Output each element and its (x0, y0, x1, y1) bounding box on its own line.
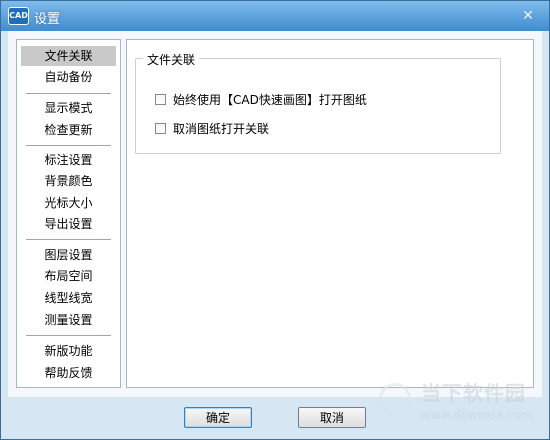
title-bar[interactable]: CAD 设置 ✕ (1, 1, 549, 31)
cancel-button[interactable]: 取消 (298, 407, 366, 428)
settings-window: CAD 设置 ✕ 文件关联 自动备份 显示模式 检查更新 标注设置 背景颜色 光… (0, 0, 550, 440)
always-open-with-cad-option[interactable]: 始终使用【CAD快速画图】打开图纸 (155, 91, 367, 107)
group-title: 文件关联 (143, 51, 200, 68)
always-open-label: 始终使用【CAD快速画图】打开图纸 (173, 92, 367, 107)
watermark-logo-icon (379, 383, 411, 415)
dialog-body: 文件关联 自动备份 显示模式 检查更新 标注设置 背景颜色 光标大小 导出设置 … (8, 31, 542, 397)
watermark-url: www.downxia.com (421, 408, 533, 422)
sidebar-item-check-updates[interactable]: 检查更新 (21, 120, 116, 140)
sidebar-item-auto-backup[interactable]: 自动备份 (21, 67, 116, 87)
sidebar-item-background-color[interactable]: 背景颜色 (21, 171, 116, 191)
sidebar-item-layer-settings[interactable]: 图层设置 (21, 245, 116, 265)
sidebar-item-help-feedback[interactable]: 帮助反馈 (21, 363, 116, 383)
cancel-association-label: 取消图纸打开关联 (173, 121, 270, 136)
app-logo-icon: CAD (8, 7, 29, 25)
sidebar-item-display-mode[interactable]: 显示模式 (21, 98, 116, 118)
cancel-association-checkbox[interactable] (155, 122, 166, 134)
watermark-name: 当下软件园 (421, 381, 526, 405)
sidebar-item-cursor-size[interactable]: 光标大小 (21, 193, 116, 213)
sidebar-item-export-settings[interactable]: 导出设置 (21, 214, 116, 234)
sidebar-item-layout-space[interactable]: 布局空间 (21, 266, 116, 286)
always-open-checkbox[interactable] (155, 93, 166, 105)
sidebar-item-measure-settings[interactable]: 测量设置 (21, 310, 116, 330)
sidebar-item-new-features[interactable]: 新版功能 (21, 341, 116, 361)
sidebar-divider (26, 239, 111, 240)
window-title: 设置 (34, 12, 61, 27)
watermark: 当下软件园 www.downxia.com (377, 377, 537, 433)
cancel-association-option[interactable]: 取消图纸打开关联 (155, 120, 269, 136)
sidebar-divider (26, 335, 111, 336)
ok-button[interactable]: 确定 (184, 407, 252, 428)
sidebar-item-dimension-settings[interactable]: 标注设置 (21, 150, 116, 170)
sidebar-item-linetype-width[interactable]: 线型线宽 (21, 288, 116, 308)
settings-content-panel: 文件关联 始终使用【CAD快速画图】打开图纸 取消图纸打开关联 (126, 39, 534, 388)
close-button[interactable]: ✕ (513, 5, 543, 23)
sidebar-divider (26, 93, 111, 94)
sidebar-divider (26, 145, 111, 146)
settings-sidebar: 文件关联 自动备份 显示模式 检查更新 标注设置 背景颜色 光标大小 导出设置 … (16, 39, 121, 388)
sidebar-item-file-association[interactable]: 文件关联 (21, 46, 116, 66)
